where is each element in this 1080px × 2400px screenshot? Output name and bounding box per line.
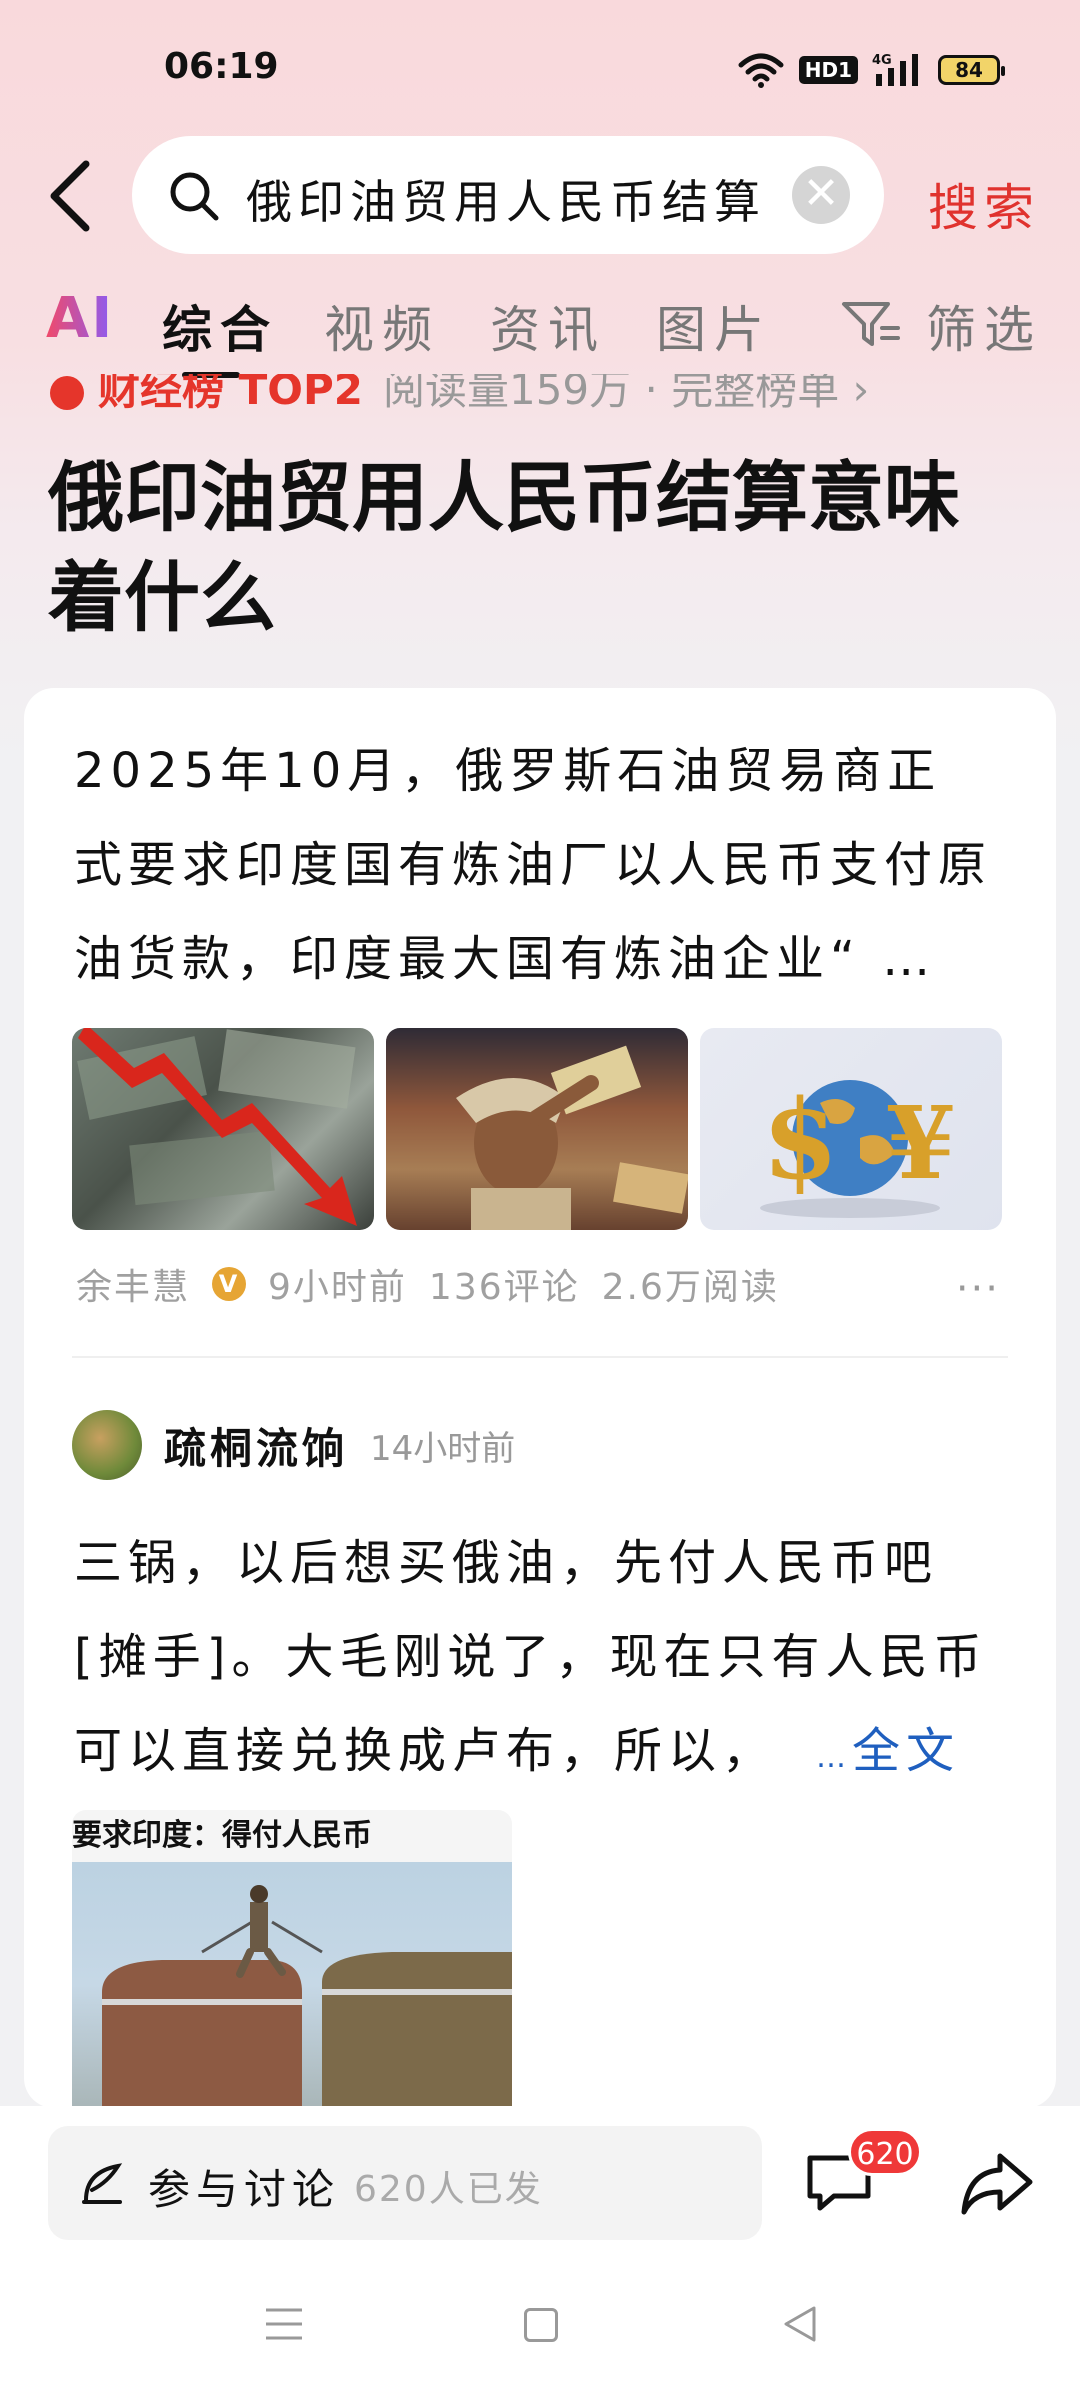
back-arrow-icon[interactable] [42, 158, 102, 234]
tab-ai[interactable]: AI [46, 286, 114, 351]
article-summary[interactable]: 2025年10月，俄罗斯石油贸易商正式要求印度国有炼油厂以人民币支付原油货款，印… [74, 724, 994, 1006]
tab-bar: AI 综合 视频 资讯 图片 筛选 [0, 286, 1080, 370]
comment-body[interactable]: 三锅，以后想买俄油，先付人民币吧[摊手]。大毛刚说了，现在只有人民币可以直接兑换… [74, 1516, 1014, 1805]
svg-text:¥: ¥ [886, 1084, 956, 1202]
status-time: 06:19 [164, 46, 279, 87]
divider [72, 1356, 1008, 1358]
status-icons: HD1 4G 84 [737, 50, 1005, 90]
man-with-rupees-image[interactable] [386, 1028, 688, 1230]
discussion-count: 620人已发 [354, 2169, 543, 2210]
bottom-bar: 参与讨论 620人已发 620 [0, 2106, 1080, 2400]
clear-search-button[interactable]: ✕ [792, 166, 850, 224]
rank-label: 财经榜 TOP2 [98, 374, 363, 414]
hd-icon: HD1 [798, 56, 858, 84]
search-input[interactable]: 俄印油贸用人民币结算 ✕ [132, 136, 884, 254]
page-title: 俄印油贸用人民币结算意味着什么 [48, 453, 960, 642]
battery-level: 84 [955, 58, 983, 82]
ellipsis: … [816, 1740, 853, 1775]
falling-dollar-image[interactable] [72, 1028, 374, 1230]
read-full-link[interactable]: 全文 [852, 1723, 960, 1779]
wifi-icon [738, 53, 784, 88]
tab-comprehensive[interactable]: 综合 [162, 290, 278, 362]
signal-icon: 4G [872, 53, 918, 86]
search-icon [170, 172, 219, 221]
tab-images[interactable]: 图片 [656, 290, 772, 362]
rank-icon [50, 375, 84, 410]
rank-bar[interactable]: 财经榜 TOP2 阅读量159万 · 完整榜单 › [50, 374, 950, 420]
svg-text:$: $ [762, 1075, 839, 1204]
article-meta: 余丰慧 V 9小时前 136评论 2.6万阅读 [76, 1258, 779, 1310]
read-count: 2.6万阅读 [601, 1267, 779, 1308]
comment-time: 14小时前 [370, 1428, 516, 1469]
network-type-label: 4G [872, 53, 892, 68]
rank-meta: 阅读量159万 · 完整榜单 › [382, 374, 870, 414]
filter-icon[interactable] [840, 298, 900, 350]
pen-icon [82, 2163, 123, 2204]
more-options-icon[interactable]: ··· [956, 1266, 1000, 1312]
share-icon[interactable] [960, 2150, 1034, 2216]
comment-image-caption: 要求印度：得付人民币 [72, 1810, 512, 1862]
discussion-label: 参与讨论 [148, 2165, 341, 2214]
avatar[interactable] [72, 1410, 142, 1480]
tab-news[interactable]: 资讯 [490, 290, 606, 362]
status-bar: 06:19 HD1 4G 84 [0, 0, 1080, 140]
battery-icon: 84 [938, 55, 1005, 85]
comment-count: 136评论 [428, 1267, 580, 1308]
join-discussion-input[interactable]: 参与讨论 620人已发 [48, 2126, 762, 2240]
menu-nav-icon[interactable] [264, 2306, 304, 2342]
result-card: 2025年10月，俄罗斯石油贸易商正式要求印度国有炼油厂以人民币支付原油货款，印… [24, 688, 1056, 2108]
tab-video[interactable]: 视频 [324, 290, 440, 362]
comment-count-badge: 620 [848, 2128, 922, 2176]
article-time: 9小时前 [268, 1267, 407, 1308]
comment-username[interactable]: 疏桐流饷 [164, 1415, 348, 1476]
globe-currency-image[interactable]: $ ¥ [700, 1028, 1002, 1230]
search-button[interactable]: 搜索 [928, 168, 1040, 240]
comment-image[interactable]: 要求印度：得付人民币 [72, 1810, 512, 2108]
comment-image-photo [72, 1862, 512, 2108]
back-nav-icon[interactable] [780, 2304, 820, 2344]
article-images[interactable]: $ ¥ [72, 1028, 1002, 1230]
author-name[interactable]: 余丰慧 [76, 1258, 190, 1310]
filter-button[interactable]: 筛选 [926, 290, 1042, 362]
comment-header: 疏桐流饷 14小时前 [72, 1410, 515, 1480]
verified-icon: V [212, 1267, 247, 1301]
home-nav-icon[interactable] [524, 2308, 558, 2342]
